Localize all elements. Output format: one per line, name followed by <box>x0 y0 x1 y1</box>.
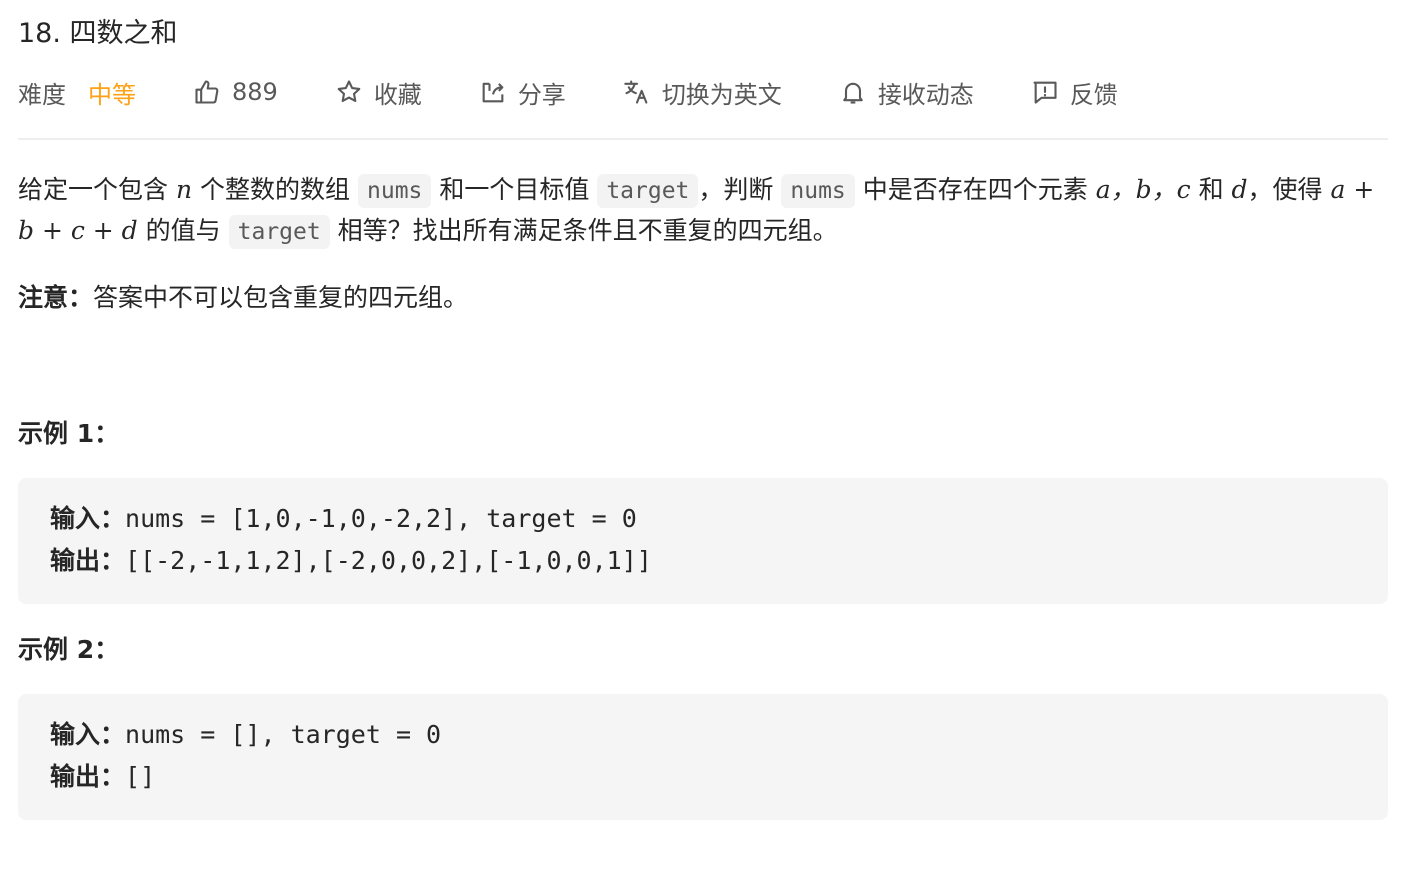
difficulty-label: 难度 <box>18 80 66 109</box>
example-input-line: 输入：nums = [1,0,-1,0,-2,2], target = 0 <box>50 498 1356 540</box>
inline-code-nums: nums <box>781 174 855 208</box>
example-output-line: 输出：[] <box>50 756 1356 798</box>
subscribe-button[interactable]: 接收动态 <box>838 75 974 110</box>
desc-text: ，使得 <box>1247 175 1323 204</box>
desc-var-d: d <box>1231 175 1248 204</box>
translate-icon <box>622 77 652 107</box>
example-2-block: 输入：nums = [], target = 0 输出：[] <box>18 694 1388 820</box>
share-label: 分享 <box>517 80 566 109</box>
desc-text: 和 <box>1198 175 1224 204</box>
problem-description: 给定一个包含 n 个整数的数组 nums 和一个目标值 target ，判断 nu… <box>18 170 1388 252</box>
example-1-block: 输入：nums = [1,0,-1,0,-2,2], target = 0 输出… <box>18 478 1388 604</box>
example-output: [] <box>125 762 156 791</box>
example-output: [[-2,-1,1,2],[-2,0,0,2],[-1,0,0,1]] <box>125 546 652 575</box>
desc-text: 个整数的数组 <box>200 175 351 204</box>
output-label: 输出： <box>50 546 126 575</box>
problem-title: 18. 四数之和 <box>18 18 178 49</box>
header-divider <box>18 138 1388 140</box>
output-label: 输出： <box>50 762 126 791</box>
example-input-line: 输入：nums = [], target = 0 <box>50 714 1356 756</box>
desc-text: 的值与 <box>145 216 221 245</box>
note-text: 答案中不可以包含重复的四元组。 <box>93 283 469 312</box>
translate-label: 切换为英文 <box>661 80 782 109</box>
star-icon <box>334 77 364 107</box>
example-input: nums = [1,0,-1,0,-2,2], target = 0 <box>125 504 637 533</box>
inline-code-target: target <box>228 215 330 249</box>
desc-text: 和一个目标值 <box>439 175 590 204</box>
inline-code-nums: nums <box>358 174 432 208</box>
likes-count: 889 <box>232 78 278 106</box>
example-2-title: 示例 2： <box>18 635 120 664</box>
note-paragraph: 注意：答案中不可以包含重复的四元组。 <box>18 278 1388 318</box>
desc-var-n: n <box>175 175 193 204</box>
desc-text: ，判断 <box>698 175 774 204</box>
like-button[interactable]: 889 <box>192 77 278 107</box>
input-label: 输入： <box>50 504 126 533</box>
translate-button[interactable]: 切换为英文 <box>622 75 782 110</box>
desc-text: 中是否存在四个元素 <box>862 175 1088 204</box>
thumbs-up-icon <box>192 77 222 107</box>
example-output-line: 输出：[[-2,-1,1,2],[-2,0,0,2],[-1,0,0,1]] <box>50 540 1356 582</box>
feedback-icon <box>1030 77 1060 107</box>
desc-text: 相等？找出所有满足条件且不重复的四元组。 <box>337 216 838 245</box>
example-1-title: 示例 1： <box>18 419 120 448</box>
bell-icon <box>838 77 868 107</box>
feedback-label: 反馈 <box>1069 80 1118 109</box>
share-button[interactable]: 分享 <box>478 75 566 110</box>
favorite-button[interactable]: 收藏 <box>334 75 422 110</box>
problem-panel: 18. 四数之和 难度 中等 889 收藏 分享 切换为英文 接收动态 反馈 给… <box>18 14 1388 820</box>
note-label: 注意： <box>18 283 94 312</box>
desc-var-abc: a，b，c <box>1095 175 1191 204</box>
problem-toolbar: 难度 中等 889 收藏 分享 切换为英文 接收动态 反馈 <box>18 72 1388 112</box>
difficulty-badge: 中等 <box>88 80 136 109</box>
example-input: nums = [], target = 0 <box>125 720 442 749</box>
share-icon <box>478 77 508 107</box>
inline-code-target: target <box>597 174 699 208</box>
input-label: 输入： <box>50 720 126 749</box>
subscribe-label: 接收动态 <box>877 80 974 109</box>
favorite-label: 收藏 <box>373 80 422 109</box>
feedback-button[interactable]: 反馈 <box>1030 75 1118 110</box>
desc-text: 给定一个包含 <box>18 175 169 204</box>
